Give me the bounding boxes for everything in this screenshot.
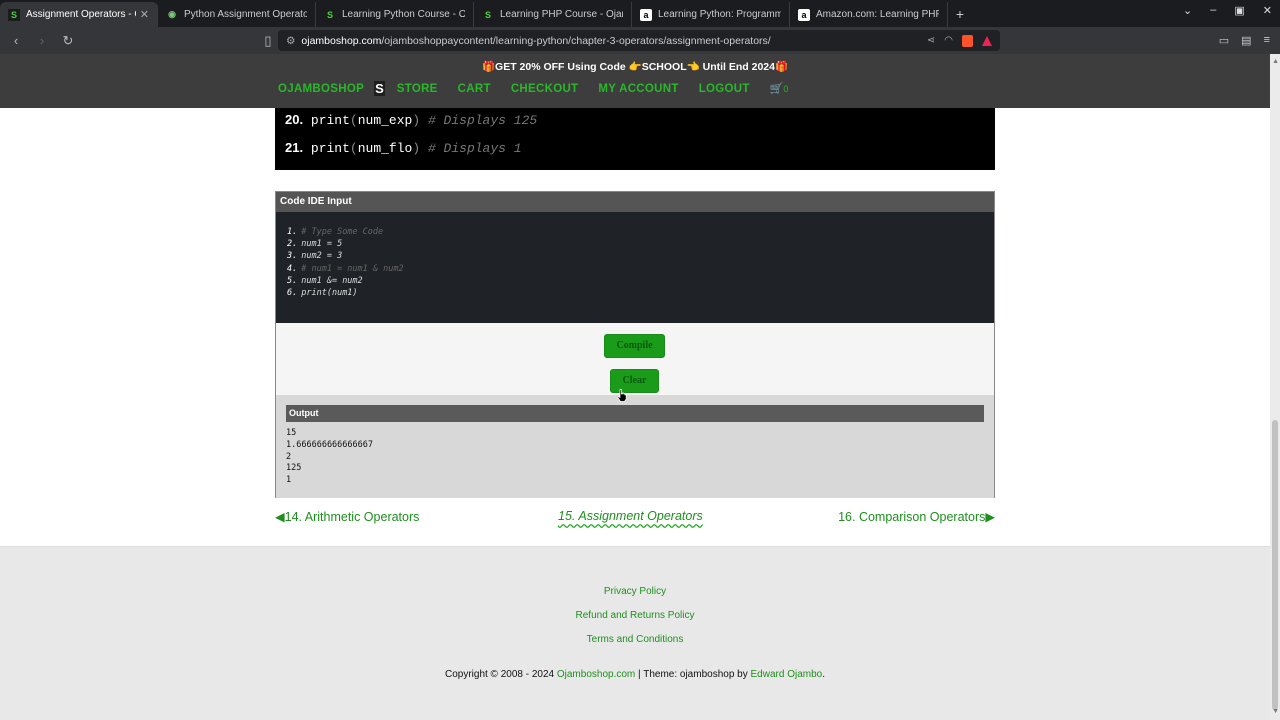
close-icon[interactable]: ✕: [140, 8, 149, 21]
menu-my-account[interactable]: MY ACCOUNT: [598, 83, 678, 95]
tab-3[interactable]: S Learning PHP Course - Ojambo: [474, 2, 632, 27]
code-editor[interactable]: 1. # Type Some Code 2. num1 = 5 3. num2 = 3…: [276, 212, 994, 323]
ojamboshop-favicon-icon: S: [8, 8, 20, 21]
code-line: 20. print(num_exp) # Displays 125: [285, 112, 538, 128]
output-line: 2: [286, 451, 292, 462]
site-header: 🎁GET 20% OFF Using Code 👉SCHOOL👈 Until E…: [0, 54, 1270, 108]
brave-shield-icon[interactable]: [962, 34, 973, 47]
terms-link[interactable]: Terms and Conditions: [0, 634, 1270, 645]
menu-logout[interactable]: LOGOUT: [699, 83, 750, 95]
browser-chrome: S Assignment Operators - Oj ✕ ◉ Python Assi…: [0, 0, 1280, 54]
scroll-down-icon[interactable]: ▼: [1272, 708, 1279, 715]
url-field[interactable]: ⚙ ojamboshop.com/ojamboshoppaycontent/le…: [278, 30, 1000, 51]
copyright-text: | Theme: ojamboshop by: [635, 669, 751, 680]
copyright: Copyright © 2008 - 2024 Ojamboshop.com |…: [0, 669, 1270, 680]
current-lesson-link[interactable]: 15. Assignment Operators: [558, 509, 703, 523]
tab-title: Assignment Operators - Oj: [26, 9, 136, 20]
tab-2[interactable]: S Learning Python Course - Ojam: [316, 2, 474, 27]
editor-line: 2. num1 = 5: [287, 239, 343, 250]
ide-header: Code IDE Input: [276, 192, 994, 212]
editor-line: 4. # num1 = num1 & num2: [287, 263, 404, 274]
tab-title: Python Assignment Operators: [184, 9, 307, 20]
menu-checkout[interactable]: CHECKOUT: [511, 83, 579, 95]
ojamboshop-favicon-icon: S: [324, 8, 336, 21]
bookmark-icon[interactable]: ▯: [258, 33, 278, 49]
close-window-icon[interactable]: ✕: [1263, 4, 1272, 17]
brave-rewards-icon[interactable]: [982, 35, 992, 46]
refund-policy-link[interactable]: Refund and Returns Policy: [0, 610, 1270, 621]
tab-title: Learning PHP Course - Ojambo: [500, 9, 623, 20]
copyright-text: .: [822, 669, 825, 680]
tab-title: Amazon.com: Learning PHP: Pr: [816, 9, 939, 20]
menu-icon[interactable]: ≡: [1264, 34, 1270, 47]
forward-icon[interactable]: ›: [32, 33, 52, 48]
url-host: ojamboshop.com: [301, 34, 382, 47]
editor-line: 6. print(num1): [287, 287, 358, 298]
editor-line: 1. # Type Some Code: [287, 227, 384, 237]
tab-1[interactable]: ◉ Python Assignment Operators: [158, 2, 316, 27]
site-home-link[interactable]: Ojamboshop.com: [557, 669, 635, 680]
brand-logo[interactable]: S: [374, 81, 385, 96]
chevron-down-icon[interactable]: ⌄: [1183, 4, 1192, 17]
back-icon[interactable]: ‹: [6, 33, 26, 48]
menu-cart[interactable]: CART: [458, 83, 491, 95]
output-line: 125: [286, 463, 302, 474]
cart-icon[interactable]: 🛒0: [770, 82, 789, 95]
code-snippet: 20. print(num_exp) # Displays 125 21. pr…: [275, 99, 995, 170]
site-info-icon[interactable]: ⚙: [286, 35, 295, 47]
reload-icon[interactable]: ↻: [58, 33, 78, 49]
address-bar-row: ‹ › ↻ ▯ ⚙ ojamboshop.com/ojamboshoppayco…: [0, 27, 1280, 54]
tab-title: Learning Python Course - Ojam: [342, 9, 465, 20]
scroll-up-icon[interactable]: ▲: [1272, 58, 1279, 65]
output-header: Output: [286, 405, 984, 422]
copyright-text: Copyright © 2008 - 2024: [444, 669, 557, 680]
menu-store[interactable]: STORE: [397, 83, 438, 95]
compile-button[interactable]: Compile: [604, 334, 665, 358]
new-tab-icon[interactable]: +: [948, 2, 972, 27]
code-ide: Code IDE Input 1. # Type Some Code 2. num1…: [275, 191, 995, 498]
python-favicon-icon: ◉: [168, 9, 176, 19]
scrollbar-thumb[interactable]: [1272, 420, 1278, 710]
amazon-favicon-icon: a: [798, 8, 810, 21]
cart-count: 0: [783, 84, 789, 94]
editor-line: 3. num2 = 3: [287, 251, 343, 262]
site-footer: Privacy Policy Refund and Returns Policy…: [0, 546, 1270, 720]
tab-title: Learning Python: Programmin: [658, 9, 781, 20]
output-line: 1: [286, 475, 292, 486]
brand-link[interactable]: OJAMBOSHOP: [278, 83, 364, 95]
privacy-policy-link[interactable]: Privacy Policy: [0, 586, 1270, 597]
hand-cursor-icon: [617, 389, 627, 402]
amazon-favicon-icon: a: [640, 8, 652, 21]
output-line: 1.666666666666667: [286, 439, 373, 450]
window-controls: ⌄ – ▣ ✕: [1183, 4, 1272, 17]
tab-0[interactable]: S Assignment Operators - Oj ✕: [0, 2, 158, 27]
share-icon[interactable]: ⋖: [927, 35, 935, 46]
ide-buttons: Compile Clear: [276, 323, 994, 395]
tab-4[interactable]: a Learning Python: Programmin: [632, 2, 790, 27]
lesson-pager: ◀14. Arithmetic Operators 15. Assignment…: [275, 509, 995, 529]
next-lesson-link[interactable]: 16. Comparison Operators▶: [838, 509, 995, 524]
tab-bar: S Assignment Operators - Oj ✕ ◉ Python Assi…: [0, 0, 1280, 27]
prev-lesson-link[interactable]: ◀14. Arithmetic Operators: [275, 509, 419, 524]
code-line: 21. print(num_flo) # Displays 1: [285, 140, 522, 156]
sidebar-icon[interactable]: ▭: [1219, 34, 1229, 47]
author-link[interactable]: Edward Ojambo: [751, 669, 823, 680]
editor-line: 5. num1 &= num2: [287, 275, 363, 286]
output-panel: Output 15 1.666666666666667 2 125 1: [276, 395, 994, 498]
minimize-icon[interactable]: –: [1210, 4, 1216, 17]
site-menu: OJAMBOSHOP S STORE CART CHECKOUT MY ACCO…: [278, 81, 788, 96]
output-line: 15: [286, 428, 297, 438]
maximize-icon[interactable]: ▣: [1234, 4, 1244, 17]
tab-5[interactable]: a Amazon.com: Learning PHP: Pr: [790, 2, 948, 27]
rss-icon[interactable]: ◠: [944, 35, 953, 46]
ojamboshop-favicon-icon: S: [482, 8, 494, 21]
web-page: 20. print(num_exp) # Displays 125 21. pr…: [0, 54, 1270, 720]
promo-banner: 🎁GET 20% OFF Using Code 👉SCHOOL👈 Until E…: [481, 61, 789, 73]
url-path: /ojamboshoppaycontent/learning-python/ch…: [381, 34, 771, 47]
wallet-icon[interactable]: ▤: [1241, 34, 1251, 47]
